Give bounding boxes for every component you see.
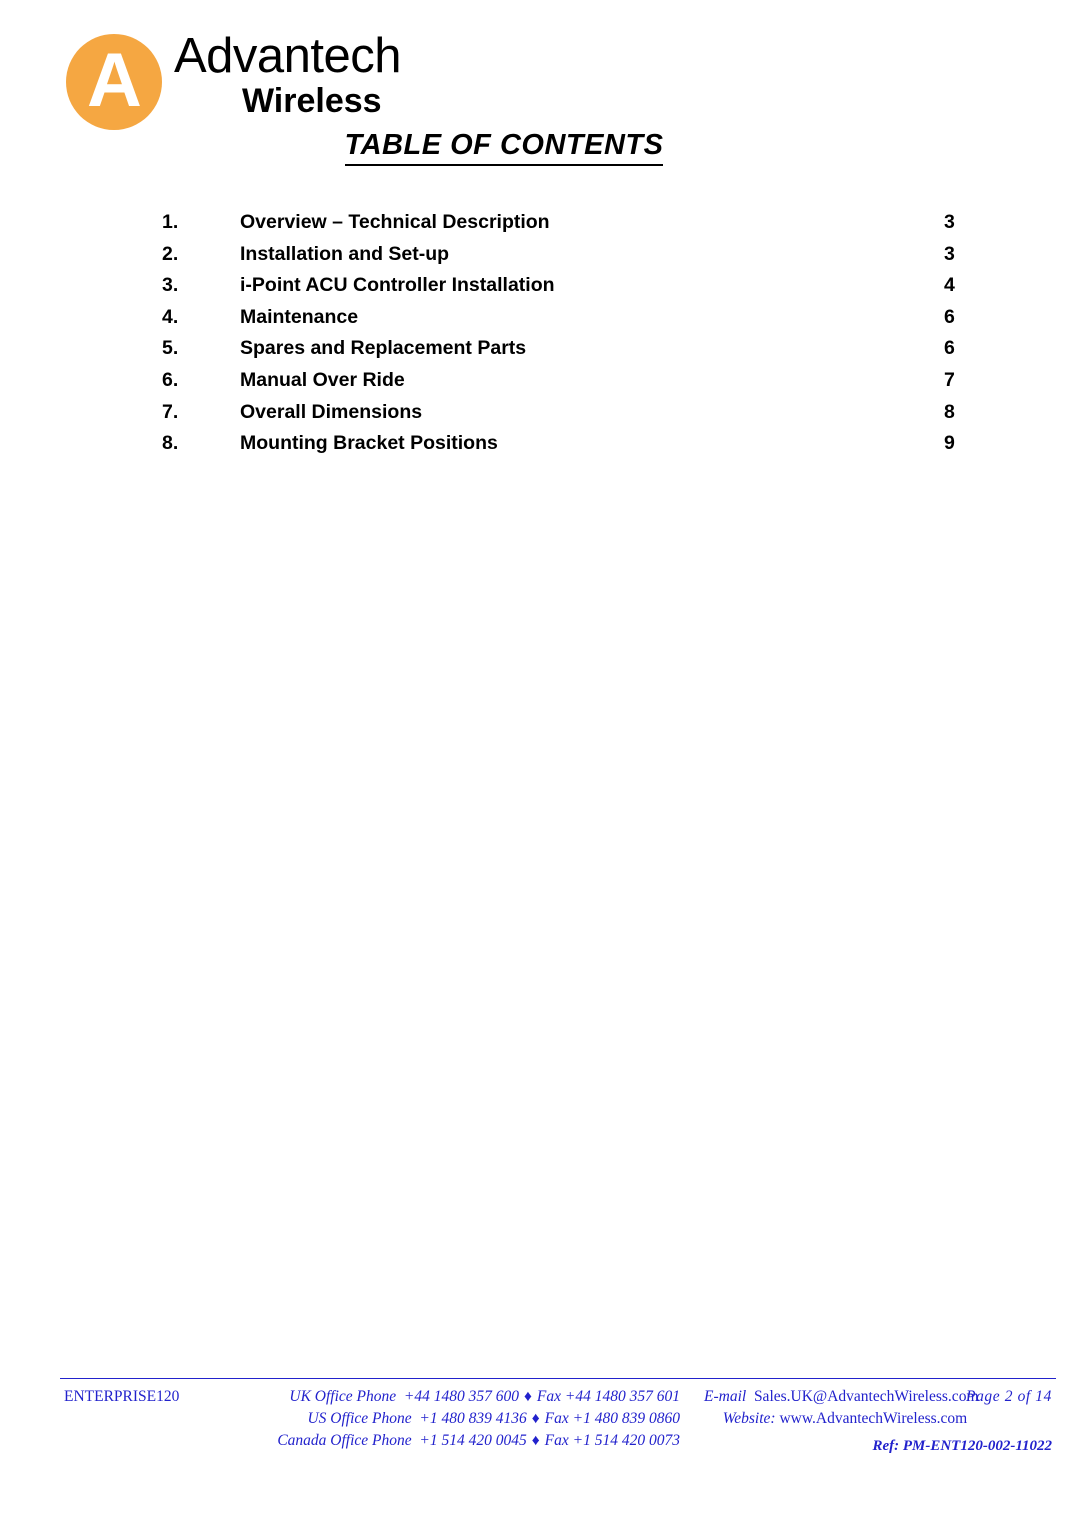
toc-entry-number: 6. bbox=[162, 368, 179, 391]
diamond-icon: ♦ bbox=[531, 1410, 540, 1427]
toc-entry-number: 8. bbox=[162, 432, 179, 455]
toc-entry-page: 6 bbox=[944, 337, 955, 360]
toc-entry[interactable]: 4. Maintenance 6 bbox=[160, 302, 960, 334]
brand-name: Advantech bbox=[174, 29, 402, 83]
brand-subname: Wireless bbox=[242, 82, 382, 120]
toc-entry[interactable]: 3. i-Point ACU Controller Installation 4 bbox=[160, 270, 960, 302]
contact-phone-uk: +44 1480 357 600 bbox=[403, 1388, 519, 1405]
logo-letter: A bbox=[87, 37, 142, 123]
footer-contact-line: Canada Office Phone +1 514 420 0045 ♦ Fax … bbox=[200, 1430, 680, 1452]
brand-wordmark: Advantech Wireless bbox=[174, 30, 494, 120]
email-label: E-mail bbox=[704, 1388, 747, 1405]
website-label: Website: bbox=[722, 1410, 776, 1427]
contact-fax-label-uk: Fax bbox=[536, 1388, 562, 1405]
footer-document-code: ENTERPRISE120 bbox=[64, 1388, 180, 1405]
footer-page-indicator: Page 2 of 14 bbox=[966, 1388, 1052, 1405]
advantech-logo-icon: A bbox=[66, 34, 162, 130]
toc-entry-label[interactable]: Overall Dimensions bbox=[240, 397, 422, 429]
toc-entry-label[interactable]: Installation and Set-up bbox=[240, 239, 449, 271]
toc-entry-number: 3. bbox=[162, 274, 179, 297]
page-title: TABLE OF CONTENTS bbox=[0, 128, 1080, 166]
contact-fax-ca: +1 514 420 0073 bbox=[572, 1432, 680, 1449]
toc-entry-number: 2. bbox=[162, 242, 179, 265]
contact-fax-label-us: Fax bbox=[544, 1410, 569, 1427]
footer-contact-block: UK Office Phone +44 1480 357 600 ♦ Fax +44… bbox=[200, 1386, 680, 1452]
toc-entry-page: 9 bbox=[944, 432, 955, 455]
toc-entry[interactable]: 2. Installation and Set-up 3 bbox=[160, 239, 960, 271]
website-url[interactable]: www.AdvantechWireless.com bbox=[779, 1410, 967, 1427]
toc-entry-number: 4. bbox=[162, 305, 179, 328]
diamond-icon: ♦ bbox=[531, 1432, 540, 1449]
toc-entry[interactable]: 8. Mounting Bracket Positions 9 bbox=[160, 428, 960, 460]
toc-entry-label[interactable]: i-Point ACU Controller Installation bbox=[240, 270, 555, 302]
email-address[interactable]: Sales.UK@AdvantechWireless.com bbox=[754, 1388, 979, 1405]
brand-logo: A Advantech Wireless bbox=[66, 30, 486, 135]
page-title-text: TABLE OF CONTENTS bbox=[344, 128, 664, 166]
toc-entry-label[interactable]: Mounting Bracket Positions bbox=[240, 428, 498, 460]
toc-entry-number: 7. bbox=[162, 400, 179, 423]
toc-entry-page: 6 bbox=[944, 305, 955, 328]
contact-fax-uk: +44 1480 357 601 bbox=[564, 1388, 680, 1405]
toc-entry-number: 5. bbox=[162, 337, 179, 360]
toc-entry-label[interactable]: Spares and Replacement Parts bbox=[240, 333, 526, 365]
toc-entry-page: 4 bbox=[944, 274, 955, 297]
footer-contact-line: UK Office Phone +44 1480 357 600 ♦ Fax +44… bbox=[200, 1386, 680, 1408]
toc-entry[interactable]: 7. Overall Dimensions 8 bbox=[160, 397, 960, 429]
footer-content: ENTERPRISE120 UK Office Phone +44 1480 3… bbox=[60, 1379, 1056, 1454]
toc-entry-page: 8 bbox=[944, 400, 955, 423]
contact-label-us: US Office Phone bbox=[307, 1410, 412, 1427]
footer-contact-line: US Office Phone +1 480 839 4136 ♦ Fax +1 4… bbox=[200, 1408, 680, 1430]
toc-entry-page: 3 bbox=[944, 211, 955, 233]
toc-entry[interactable]: 6. Manual Over Ride 7 bbox=[160, 365, 960, 397]
toc-entry-label[interactable]: Maintenance bbox=[240, 302, 358, 334]
toc-entry[interactable]: 5. Spares and Replacement Parts 6 bbox=[160, 333, 960, 365]
contact-phone-us: +1 480 839 4136 bbox=[419, 1410, 527, 1427]
table-of-contents: 1. Overview – Technical Description 3 2.… bbox=[160, 207, 960, 460]
diamond-icon: ♦ bbox=[524, 1388, 532, 1405]
page-footer: ENTERPRISE120 UK Office Phone +44 1480 3… bbox=[60, 1378, 1056, 1454]
contact-fax-us: +1 480 839 0860 bbox=[572, 1410, 680, 1427]
contact-label-ca: Canada Office Phone bbox=[277, 1432, 412, 1449]
contact-label-uk: UK Office Phone bbox=[289, 1388, 397, 1405]
toc-entry-page: 7 bbox=[944, 368, 955, 391]
toc-entry-number: 1. bbox=[162, 211, 179, 233]
toc-entry-label[interactable]: Overview – Technical Description bbox=[240, 207, 550, 239]
toc-entry[interactable]: 1. Overview – Technical Description 3 bbox=[160, 207, 960, 239]
toc-entry-label[interactable]: Manual Over Ride bbox=[240, 365, 405, 397]
toc-entry-page: 3 bbox=[944, 242, 955, 265]
footer-website-line: Website: www.AdvantechWireless.com bbox=[700, 1408, 1056, 1430]
contact-fax-label-ca: Fax bbox=[544, 1432, 569, 1449]
contact-phone-ca: +1 514 420 0045 bbox=[419, 1432, 527, 1449]
footer-reference-code: Ref: PM-ENT120-002-11022 bbox=[872, 1438, 1052, 1454]
